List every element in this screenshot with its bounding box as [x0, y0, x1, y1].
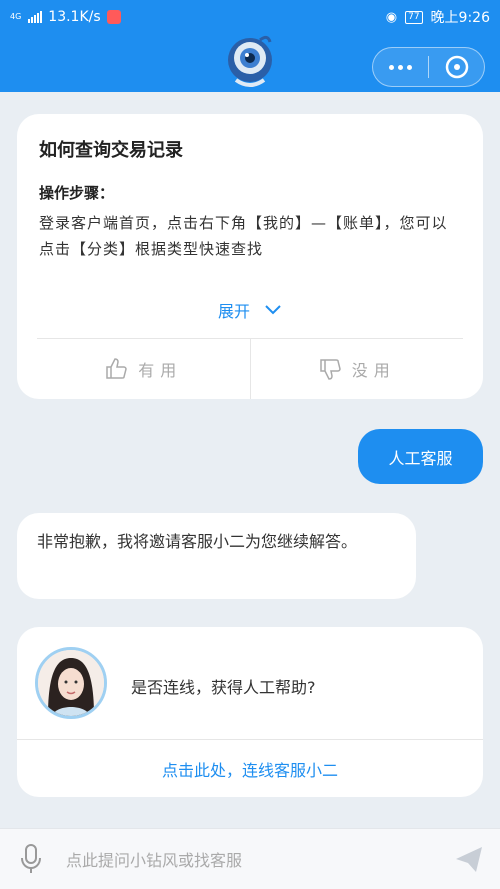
clock: 晚上9:26 — [430, 10, 490, 26]
expand-label: 展开 — [217, 302, 250, 321]
signal-icon — [28, 11, 43, 23]
microphone-icon[interactable] — [18, 843, 44, 875]
faq-title: 如何查询交易记录 — [39, 140, 183, 161]
useless-button[interactable]: 没用 — [251, 339, 464, 399]
mini-program-capsule — [372, 47, 485, 87]
faq-card: 如何查询交易记录 操作步骤： 登录客户端首页，点击右下角【我的】—【账单】，您可… — [17, 114, 483, 399]
network-type: 4G — [10, 12, 22, 21]
eye-icon: ◉ — [385, 9, 398, 25]
chevron-down-icon — [265, 305, 281, 315]
more-dots-icon[interactable] — [373, 64, 428, 70]
agent-question: 是否连线，获得人工帮助? — [131, 678, 316, 697]
vote-row: 有用 没用 — [37, 339, 463, 399]
faq-subtitle: 操作步骤： — [39, 184, 115, 202]
agent-connect-card: 是否连线，获得人工帮助? 点击此处，连线客服小二 — [17, 627, 483, 797]
status-right: ◉ 77 晚上9:26 — [386, 7, 490, 27]
useless-label: 没用 — [351, 361, 396, 380]
close-target-icon[interactable] — [429, 54, 484, 80]
agent-avatar — [35, 647, 107, 719]
notification-app-icon — [106, 10, 121, 24]
useful-label: 有用 — [138, 361, 183, 380]
useful-button[interactable]: 有用 — [37, 339, 250, 399]
status-left: 4G 13.1K/s — [10, 9, 386, 25]
question-input[interactable]: 点此提问小钻风或找客服 — [66, 847, 452, 871]
thumbs-up-icon — [106, 358, 127, 379]
thumbs-down-icon — [319, 359, 341, 380]
user-message-bubble: 人工客服 — [358, 429, 483, 484]
input-bar: 点此提问小钻风或找客服 — [0, 828, 500, 889]
battery-icon: 77 — [405, 10, 423, 24]
ant-mascot-icon — [228, 35, 272, 87]
faq-fade-overlay — [17, 264, 483, 294]
connect-agent-link[interactable]: 点击此处，连线客服小二 — [17, 740, 483, 797]
expand-button[interactable]: 展开 — [17, 298, 483, 322]
status-bar: 4G 13.1K/s ◉ 77 晚上9:26 — [0, 0, 500, 34]
send-icon[interactable] — [452, 842, 486, 876]
bot-message-bubble: 非常抱歉，我将邀请客服小二为您继续解答。 — [17, 513, 416, 599]
app-header — [0, 34, 500, 92]
network-speed: 13.1K/s — [48, 9, 101, 25]
